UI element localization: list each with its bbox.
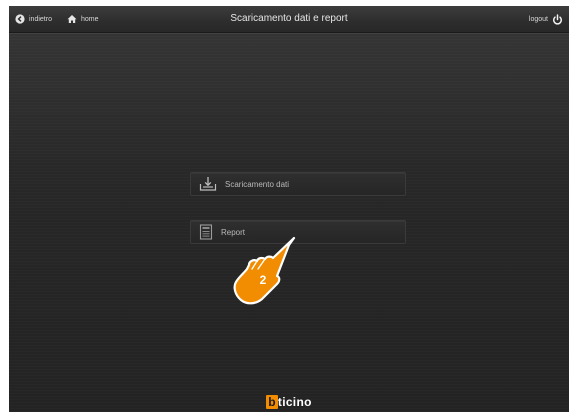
logout-label: logout bbox=[528, 15, 548, 23]
content-sheen bbox=[9, 33, 569, 173]
step-number: 2 bbox=[259, 273, 267, 287]
logout-button[interactable]: logout bbox=[529, 6, 563, 32]
document-icon bbox=[199, 224, 213, 240]
download-data-button[interactable]: Scaricamento dati bbox=[190, 172, 406, 196]
logo-text: ticino bbox=[277, 395, 312, 409]
page-title: Scaricamento dati e report bbox=[230, 13, 348, 24]
top-bar: indietro home Scaricamento dati e report… bbox=[9, 6, 569, 33]
app-screen: indietro home Scaricamento dati e report… bbox=[9, 6, 569, 412]
report-button[interactable]: Report bbox=[190, 220, 406, 244]
bticino-logo: b ticino bbox=[9, 395, 569, 409]
power-icon bbox=[552, 13, 563, 25]
download-data-label: Scaricamento dati bbox=[225, 179, 290, 189]
logo-letter: b bbox=[266, 395, 278, 409]
download-tray-icon bbox=[199, 176, 217, 192]
